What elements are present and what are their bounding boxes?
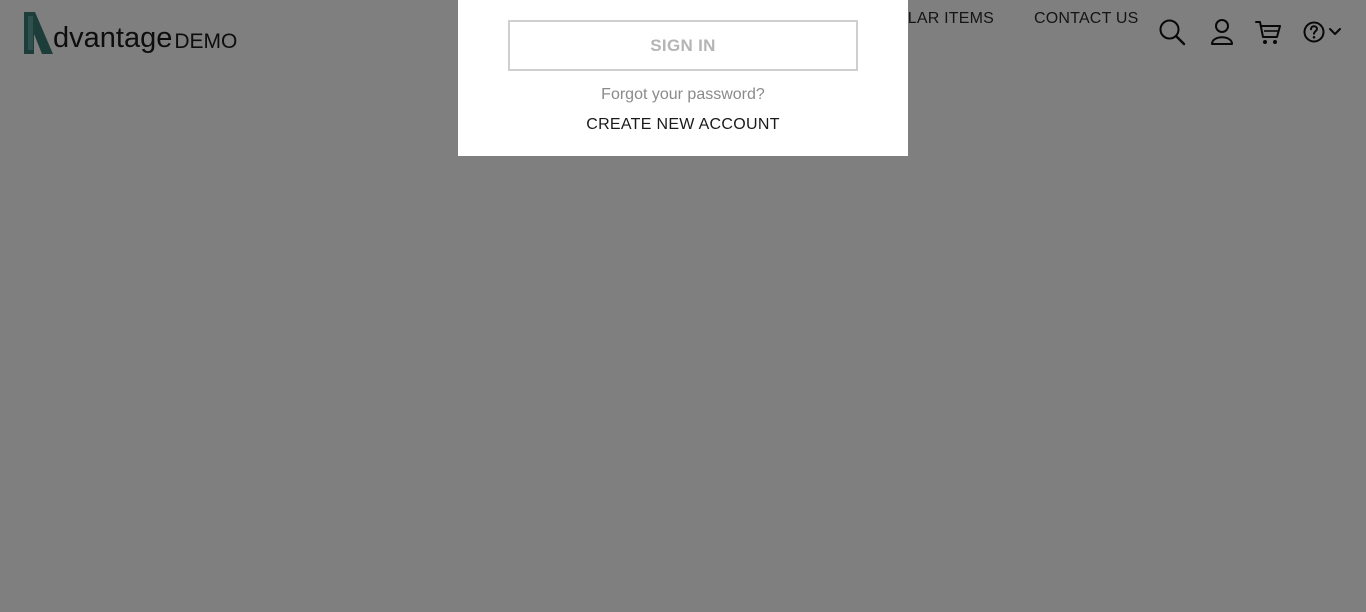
login-panel: SIGN IN Forgot your password? CREATE NEW… <box>458 0 908 156</box>
create-account-link[interactable]: CREATE NEW ACCOUNT <box>458 116 908 134</box>
forgot-password-link[interactable]: Forgot your password? <box>458 86 908 104</box>
sign-in-button[interactable]: SIGN IN <box>508 20 858 71</box>
